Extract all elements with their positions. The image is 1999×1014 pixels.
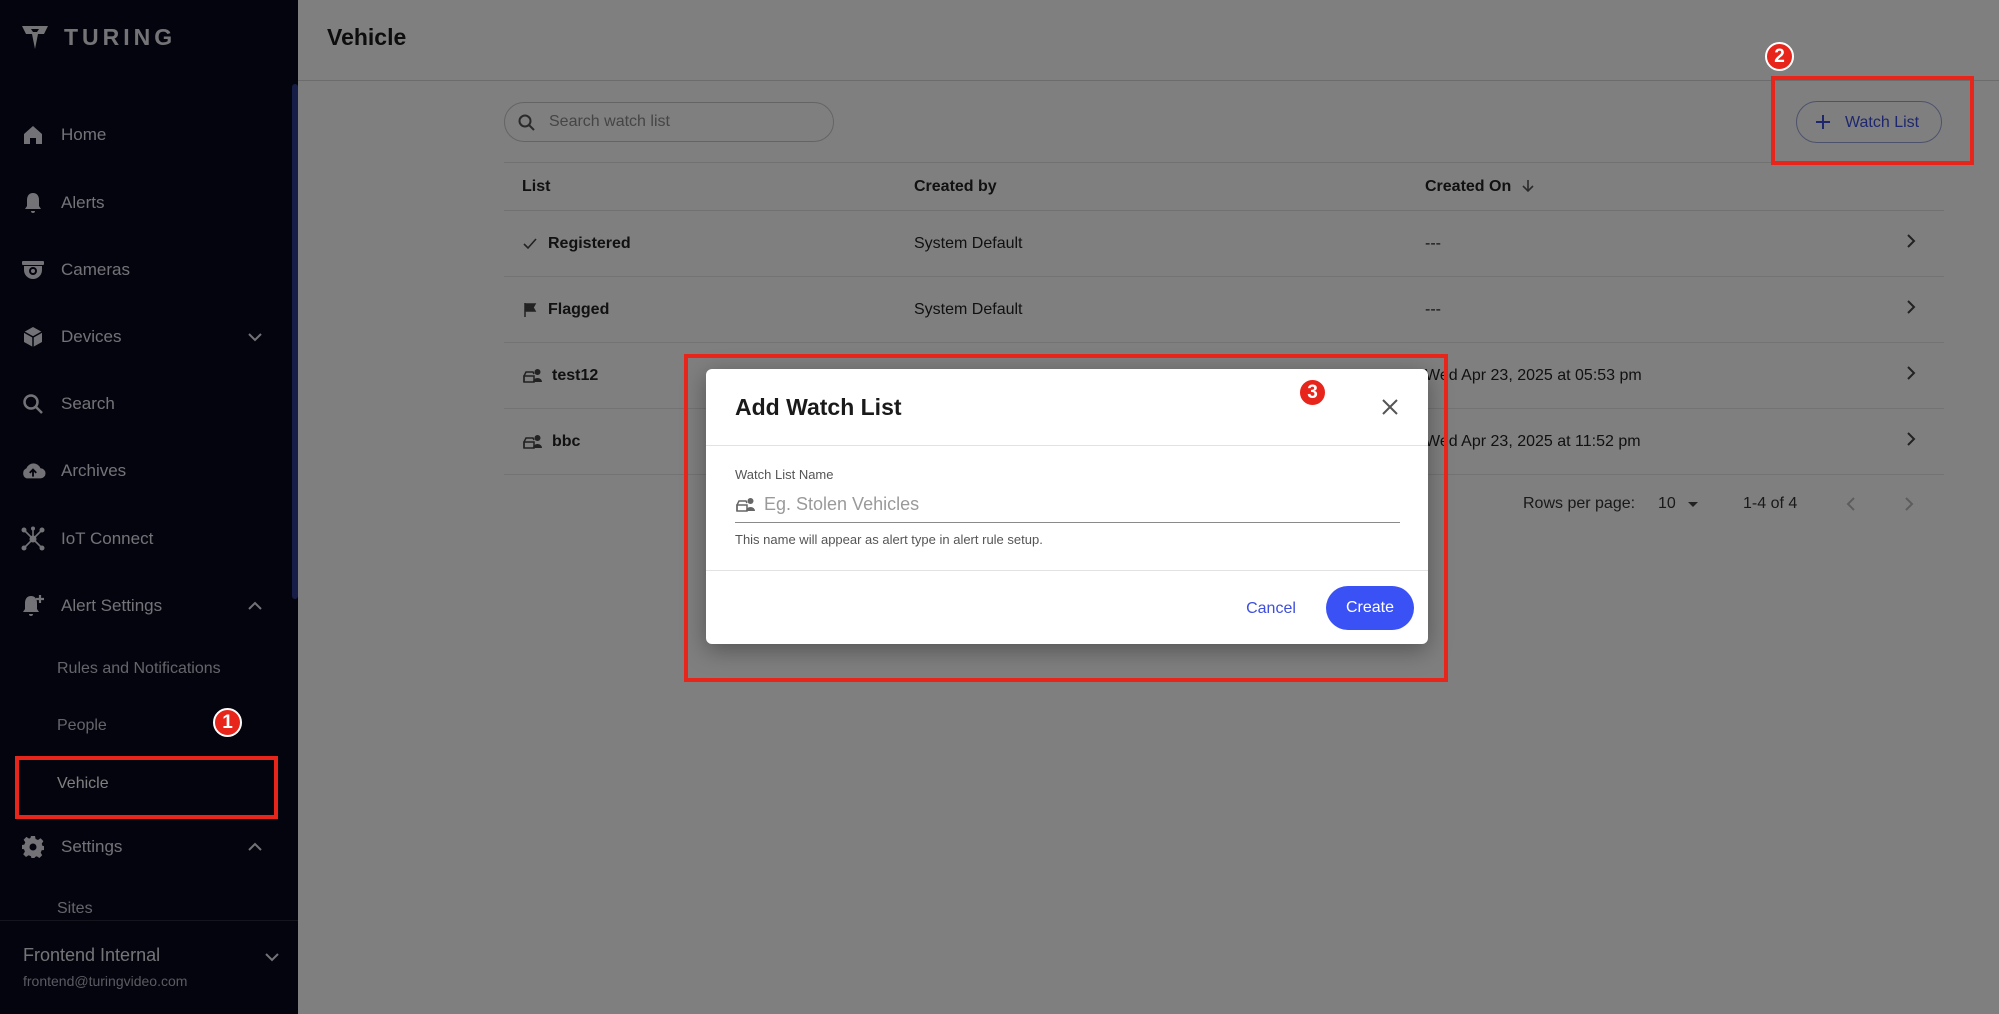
annotation-badge-1: 1 bbox=[213, 708, 242, 737]
annotation-box-1 bbox=[15, 756, 278, 819]
annotation-badge-2: 2 bbox=[1765, 42, 1794, 71]
annotation-box-3 bbox=[684, 354, 1448, 682]
annotation-badge-3: 3 bbox=[1298, 378, 1327, 407]
annotation-box-2 bbox=[1771, 76, 1974, 165]
